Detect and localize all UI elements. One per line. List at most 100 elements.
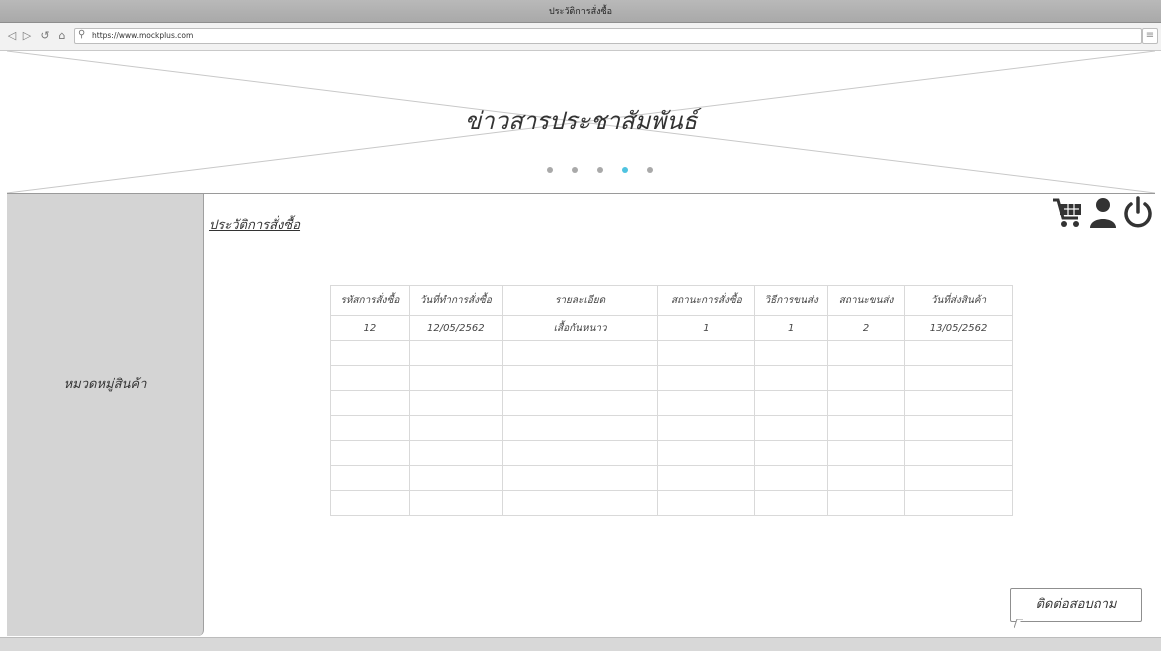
cart-icon[interactable] [1052,196,1084,230]
table-cell: 12/05/2562 [408,315,503,341]
user-icon[interactable] [1088,196,1118,230]
column-header: รหัสการสั่งซื้อ [330,285,410,316]
banner-headline: ข่าวสารประชาสัมพันธ์ [464,107,698,135]
forward-icon[interactable]: ▷ [21,30,33,42]
table-cell [754,415,829,441]
column-header: สถานะการสั่งซื้อ [657,285,756,316]
table-row[interactable] [330,465,1013,491]
url-input[interactable]: ⚲ https://www.mockplus.com [74,28,1142,44]
table-cell [904,440,1013,466]
table-cell [330,365,410,391]
table-cell [501,440,659,466]
table-cell [754,465,829,491]
browser-address-bar: ◁ ▷ ↺ ⌂ ⚲ https://www.mockplus.com ≡ [0,23,1161,51]
status-bar [0,637,1161,651]
table-cell [657,415,756,441]
table-cell [501,490,659,516]
table-cell: 12 [330,315,410,341]
column-header: วันที่ส่งสินค้า [904,285,1013,316]
table-cell [408,490,503,516]
table-cell [827,365,906,391]
table-cell [904,390,1013,416]
table-cell [408,440,503,466]
speech-bubble-tail-icon [1014,619,1023,629]
table-cell [330,440,410,466]
table-cell [501,340,659,366]
table-cell [827,390,906,416]
table-cell [408,465,503,491]
table-cell [754,365,829,391]
table-cell [754,490,829,516]
table-cell [827,490,906,516]
table-row[interactable] [330,365,1013,391]
table-cell [827,340,906,366]
table-cell [408,365,503,391]
table-cell [904,465,1013,491]
table-row[interactable] [330,340,1013,366]
table-cell [754,340,829,366]
table-cell [827,465,906,491]
table-cell [501,465,659,491]
table-cell [827,415,906,441]
table-row[interactable]: 12 12/05/2562 เสื้อกันหนาว 1 1 2 13/05/2… [330,315,1013,341]
sidebar-label[interactable]: หมวดหมู่สินค้า [7,373,203,394]
header-icons [1052,196,1154,232]
column-header: วิธีการขนส่ง [754,285,829,316]
menu-icon[interactable]: ≡ [1142,28,1158,44]
table-header-row: รหัสการสั่งซื้อ วันที่ทำการสั่งซื้อ รายล… [330,285,1013,316]
home-icon[interactable]: ⌂ [56,30,68,42]
table-cell [904,490,1013,516]
table-row[interactable] [330,415,1013,441]
window-title: ประวัติการสั่งซื้อ [548,7,613,17]
table-cell [657,340,756,366]
carousel-dot[interactable] [647,167,653,173]
table-cell [754,440,829,466]
carousel-dot[interactable] [597,167,603,173]
carousel-dot[interactable] [572,167,578,173]
carousel-dot[interactable] [547,167,553,173]
table-cell [501,390,659,416]
table-cell: 1 [657,315,756,341]
column-header: วันที่ทำการสั่งซื้อ [408,285,503,316]
table-row[interactable] [330,440,1013,466]
table-cell [408,340,503,366]
table-cell: 1 [754,315,829,341]
order-history-link[interactable]: ประวัติการสั่งซื้อ [209,214,300,235]
contact-button[interactable]: ติดต่อสอบถาม [1010,588,1142,622]
table-cell [330,465,410,491]
table-cell [657,390,756,416]
table-cell [330,490,410,516]
table-cell [904,365,1013,391]
refresh-icon[interactable]: ↺ [39,30,51,42]
table-row[interactable] [330,390,1013,416]
carousel-dot-active[interactable] [622,167,628,173]
table-cell [657,490,756,516]
table-cell [501,365,659,391]
table-row[interactable] [330,490,1013,516]
table-cell [904,340,1013,366]
table-cell [904,415,1013,441]
table-cell [657,465,756,491]
back-icon[interactable]: ◁ [6,30,18,42]
table-cell [330,415,410,441]
news-banner: ข่าวสารประชาสัมพันธ์ [7,51,1155,194]
table-cell [330,340,410,366]
order-history-table: รหัสการสั่งซื้อ วันที่ทำการสั่งซื้อ รายล… [330,285,1013,516]
table-cell [827,440,906,466]
url-text: https://www.mockplus.com [92,31,194,40]
table-cell: เสื้อกันหนาว [501,315,659,341]
window-titlebar: ประวัติการสั่งซื้อ [0,0,1161,23]
table-cell: 2 [827,315,906,341]
table-cell [657,365,756,391]
power-icon[interactable] [1122,196,1154,230]
column-header: สถานะขนส่ง [827,285,906,316]
search-icon: ⚲ [78,29,86,40]
category-sidebar[interactable]: หมวดหมู่สินค้า [7,194,204,636]
table-cell: 13/05/2562 [904,315,1013,341]
table-cell [501,415,659,441]
table-cell [754,390,829,416]
table-cell [330,390,410,416]
table-cell [657,440,756,466]
column-header: รายละเอียด [501,285,659,316]
table-cell [408,415,503,441]
